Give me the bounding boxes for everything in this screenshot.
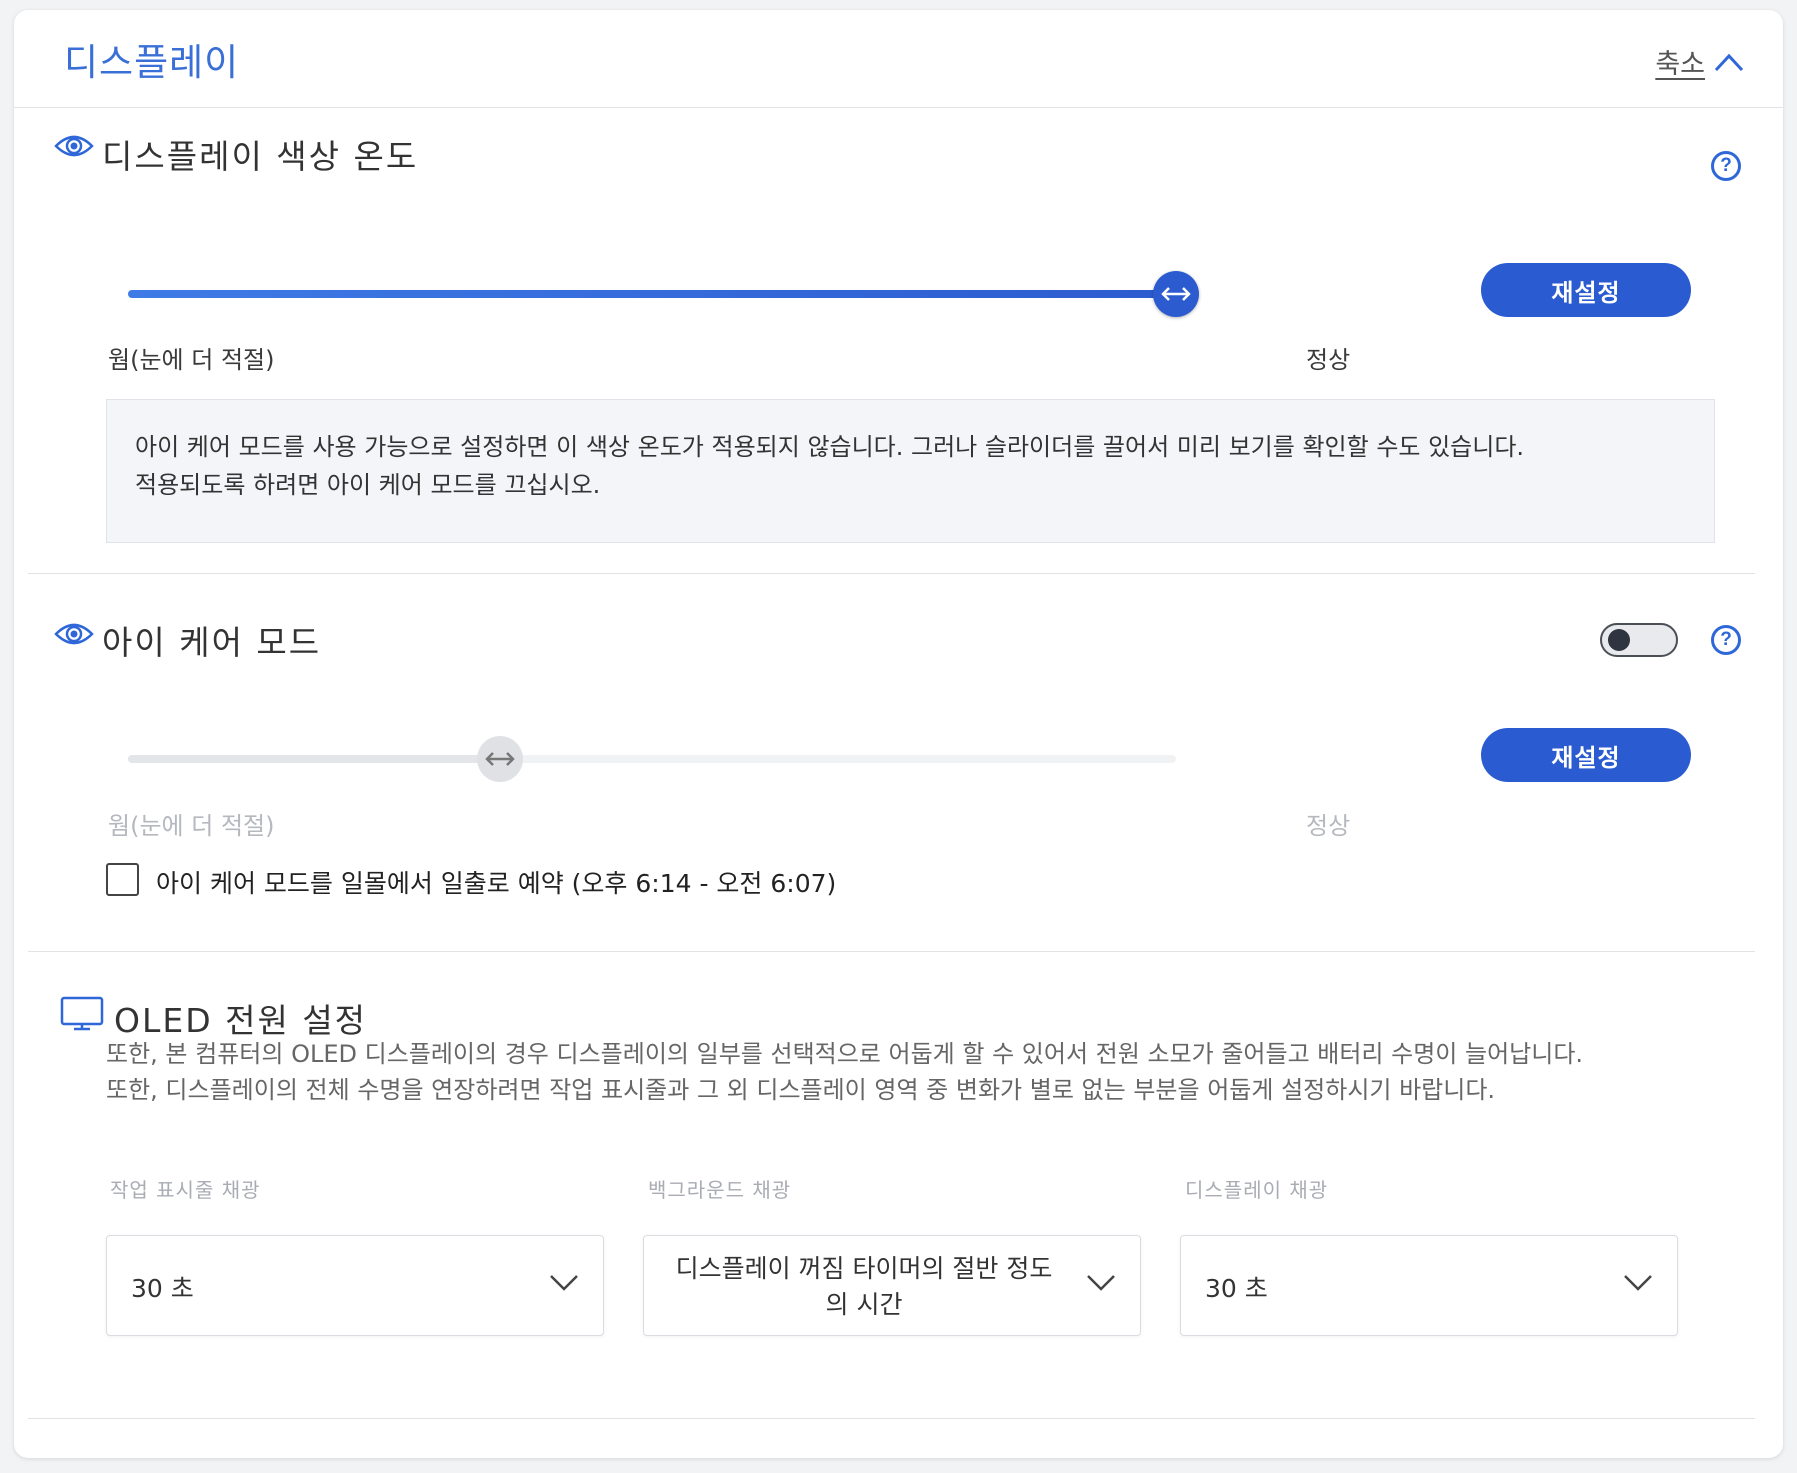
dropdown-value-line-2: 의 시간 [825, 1289, 903, 1319]
eye-care-label-warm: 웜(눈에 더 적절) [108, 812, 275, 840]
chevron-down-icon [1087, 1275, 1115, 1291]
dropdown-value: 디스플레이 꺼짐 타이머의 절반 정도 의 시간 [664, 1236, 1064, 1337]
dropdown-value-line-1: 디스플레이 꺼짐 타이머의 절반 정도 [675, 1253, 1053, 1283]
color-temp-slider-track[interactable] [128, 290, 1176, 298]
toggle-knob [1608, 629, 1630, 651]
display-dimming-label: 디스플레이 채광 [1185, 1178, 1329, 1202]
eye-care-toggle[interactable] [1600, 623, 1678, 657]
taskbar-dimming-label: 작업 표시줄 채광 [110, 1178, 261, 1202]
eye-care-label-normal: 정상 [1306, 812, 1351, 840]
eye-care-title: 아이 케어 모드 [102, 623, 322, 662]
oled-description: 또한, 본 컴퓨터의 OLED 디스플레이의 경우 디스플레이의 일부를 선택적… [106, 1036, 1756, 1108]
eye-icon [54, 623, 94, 645]
dropdown-value: 30 초 [1205, 1273, 1268, 1303]
background-dimming-dropdown[interactable]: 디스플레이 꺼짐 타이머의 절반 정도 의 시간 [643, 1235, 1141, 1336]
schedule-checkbox[interactable] [106, 863, 139, 896]
eye-care-reset-button[interactable]: 재설정 [1481, 728, 1691, 782]
color-temp-help-icon[interactable]: ? [1711, 151, 1741, 181]
oled-desc-line-2: 또한, 디스플레이의 전체 수명을 연장하려면 작업 표시줄과 그 외 디스플레… [106, 1076, 1496, 1104]
color-temp-title: 디스플레이 색상 온도 [102, 137, 419, 176]
section-divider [28, 573, 1755, 574]
arrows-horizontal-icon [1161, 287, 1191, 301]
eye-care-slider-thumb[interactable] [477, 736, 524, 782]
section-divider [28, 951, 1755, 952]
dropdown-value: 30 초 [131, 1273, 194, 1303]
section-divider [28, 1418, 1755, 1419]
color-temp-slider-thumb[interactable] [1153, 271, 1199, 317]
eye-care-help-icon[interactable]: ? [1711, 625, 1741, 655]
info-line-1: 아이 케어 모드를 사용 가능으로 설정하면 이 색상 온도가 적용되지 않습니… [135, 433, 1525, 461]
color-temp-info-box: 아이 케어 모드를 사용 가능으로 설정하면 이 색상 온도가 적용되지 않습니… [106, 399, 1715, 543]
oled-desc-line-1: 또한, 본 컴퓨터의 OLED 디스플레이의 경우 디스플레이의 일부를 선택적… [106, 1040, 1584, 1068]
card-header: 디스플레이 축소 [14, 10, 1783, 108]
chevron-down-icon [1624, 1275, 1652, 1291]
collapse-button[interactable]: 축소 [1655, 42, 1745, 81]
display-settings-card: 디스플레이 축소 디스플레이 색상 온도 ? 재설정 웜(눈에 더 적절) 정상… [14, 10, 1783, 1458]
eye-icon [54, 135, 94, 157]
color-temp-label-warm: 웜(눈에 더 적절) [108, 346, 275, 374]
background-dimming-label: 백그라운드 채광 [648, 1178, 792, 1202]
chevron-up-icon [1714, 53, 1744, 71]
chevron-down-icon [550, 1275, 578, 1291]
color-temp-reset-button[interactable]: 재설정 [1481, 263, 1691, 317]
oled-title: OLED 전원 설정 [114, 1001, 368, 1040]
page-title: 디스플레이 [64, 41, 240, 84]
eye-care-slider-fill [128, 755, 501, 763]
arrows-horizontal-icon [485, 752, 515, 766]
display-dimming-dropdown[interactable]: 30 초 [1180, 1235, 1678, 1336]
monitor-icon [60, 996, 104, 1031]
schedule-label: 아이 케어 모드를 일몰에서 일출로 예약 (오후 6:14 - 오전 6:07… [156, 869, 837, 898]
info-line-2: 적용되도록 하려면 아이 케어 모드를 끄십시오. [135, 471, 601, 499]
taskbar-dimming-dropdown[interactable]: 30 초 [106, 1235, 604, 1336]
collapse-label: 축소 [1655, 49, 1705, 80]
color-temp-label-normal: 정상 [1306, 346, 1351, 374]
